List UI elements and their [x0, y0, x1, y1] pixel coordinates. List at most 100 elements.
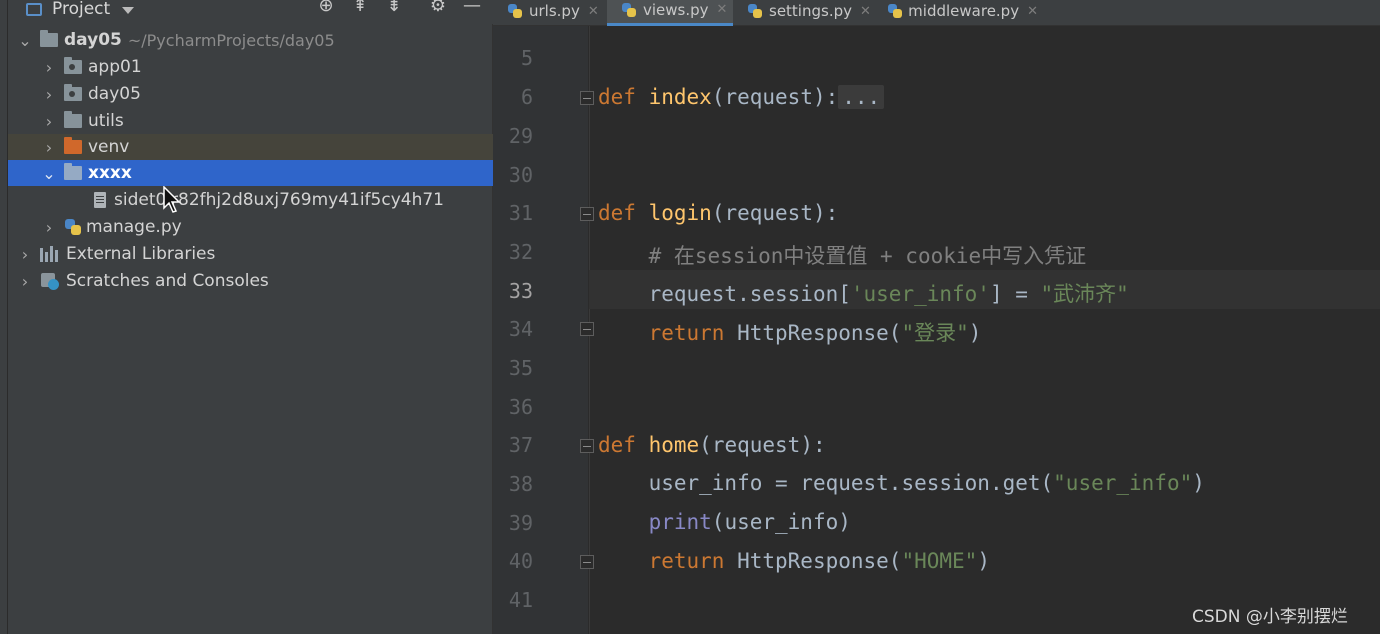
code-line-31[interactable]: def login(request):: [598, 201, 838, 225]
tree-item-root[interactable]: ⌄ day05 ~/PycharmProjects/day05: [8, 27, 493, 53]
tree-item-manage-py[interactable]: › manage.py: [8, 214, 493, 240]
tree-item-session-file[interactable]: sidet0lr82fhj2d8uxj769my41if5cy4h71: [8, 187, 493, 213]
collapse-all-icon[interactable]: ⇟: [383, 0, 405, 18]
chevron-right-icon[interactable]: ›: [16, 272, 34, 291]
code-text: user_info = request.session.get(: [648, 471, 1054, 495]
tree-item-external-libraries[interactable]: › External Libraries: [8, 241, 493, 267]
tab-label: urls.py: [529, 2, 580, 20]
chevron-right-icon[interactable]: ›: [40, 112, 58, 131]
tab-views-py[interactable]: views.py ✕: [607, 0, 733, 26]
close-icon[interactable]: ✕: [860, 4, 871, 19]
package-folder-icon: [64, 57, 82, 74]
tree-item-label: External Libraries: [66, 244, 216, 264]
chevron-right-icon[interactable]: ›: [16, 245, 34, 264]
chevron-down-icon[interactable]: [122, 6, 135, 14]
tab-settings-py[interactable]: settings.py ✕: [733, 0, 871, 26]
code-line-32[interactable]: # 在session中设置值 + cookie中写入凭证: [598, 240, 1087, 270]
chevron-right-icon[interactable]: ›: [40, 58, 58, 77]
line-number: 30: [508, 163, 533, 187]
code-editor[interactable]: urls.py ✕ views.py ✕ settings.py ✕ middl…: [493, 0, 1380, 634]
locate-icon[interactable]: ⊕: [315, 0, 337, 18]
tree-item-label: day05: [88, 84, 141, 104]
folder-icon: [64, 163, 82, 180]
tree-item-label: day05: [64, 30, 122, 50]
project-panel-title: Project: [52, 0, 111, 19]
line-number: 37: [508, 433, 533, 457]
tree-item-scratches[interactable]: › Scratches and Consoles: [8, 268, 493, 294]
project-panel: Project ⊕ ⇞ ⇟ ⚙ — ⌄ day05 ~/PycharmProje…: [8, 0, 493, 634]
hide-icon[interactable]: —: [461, 0, 483, 18]
project-view-selector[interactable]: Project: [26, 0, 135, 24]
code-line-39[interactable]: print(user_info): [598, 510, 851, 534]
line-number: 39: [508, 511, 533, 535]
folder-icon: [64, 111, 82, 128]
code-text: ): [1192, 471, 1205, 495]
code-string: "user_info": [1053, 471, 1193, 495]
tab-urls-py[interactable]: urls.py ✕: [493, 0, 605, 26]
chevron-right-icon[interactable]: ›: [40, 85, 58, 104]
code-function-name: index: [648, 85, 712, 109]
code-text: HttpResponse(: [724, 549, 902, 573]
file-icon: [94, 192, 106, 208]
tree-item-xxxx[interactable]: ⌄ xxxx: [8, 160, 493, 186]
code-line-6[interactable]: def index(request):...: [598, 85, 885, 109]
tool-window-strip: [0, 0, 8, 634]
code-line-38[interactable]: user_info = request.session.get("user_in…: [598, 471, 1205, 495]
code-line-34[interactable]: return HttpResponse("登录"): [598, 317, 982, 347]
tree-item-day05[interactable]: › day05: [8, 81, 493, 107]
tree-item-app01[interactable]: › app01: [8, 54, 493, 80]
code-line-37[interactable]: def home(request):: [598, 433, 826, 457]
excluded-folder-icon: [64, 137, 82, 154]
close-icon[interactable]: ✕: [717, 2, 728, 17]
close-icon[interactable]: ✕: [1027, 4, 1038, 19]
line-number: 6: [520, 85, 533, 109]
code-line-40[interactable]: return HttpResponse("HOME"): [598, 549, 990, 573]
chevron-right-icon[interactable]: ›: [40, 138, 58, 157]
folded-code-placeholder[interactable]: ...: [838, 85, 885, 109]
line-number: 38: [508, 472, 533, 496]
chevron-down-icon[interactable]: ⌄: [16, 31, 34, 50]
fold-collapse-icon[interactable]: [580, 207, 594, 221]
gear-icon[interactable]: ⚙: [427, 0, 449, 18]
line-number: 34: [508, 317, 533, 341]
code-builtin: print: [648, 510, 712, 534]
python-file-icon: [621, 2, 637, 18]
code-line-33[interactable]: request.session['user_info'] = "武沛齐": [598, 278, 1129, 308]
watermark: CSDN @小李别摆烂: [1192, 607, 1348, 627]
tree-item-utils[interactable]: › utils: [8, 108, 493, 134]
tab-label: settings.py: [769, 2, 852, 20]
code-text: ] =: [989, 282, 1041, 306]
chevron-down-icon[interactable]: ⌄: [40, 164, 58, 183]
tree-item-path: ~/PycharmProjects/day05: [127, 30, 335, 50]
fold-expand-icon[interactable]: [580, 91, 594, 105]
code-keyword: def: [598, 433, 636, 457]
tree-item-label: manage.py: [86, 217, 182, 237]
tree-item-label: app01: [88, 57, 142, 77]
python-file-icon: [747, 3, 763, 19]
fold-collapse-icon[interactable]: [580, 439, 594, 453]
code-text: request.session[: [648, 282, 851, 306]
line-number: 35: [508, 356, 533, 380]
code-string: 'user_info': [850, 282, 990, 306]
fold-collapse-icon[interactable]: [580, 555, 594, 569]
folder-icon: [40, 30, 58, 47]
code-function-name: login: [648, 201, 712, 225]
editor-tabs: urls.py ✕ views.py ✕ settings.py ✕ middl…: [493, 0, 1380, 26]
code-text: (user_info): [711, 510, 851, 534]
expand-all-icon[interactable]: ⇞: [349, 0, 371, 18]
line-number: 40: [508, 549, 533, 573]
chevron-right-icon[interactable]: ›: [40, 218, 58, 237]
tab-middleware-py[interactable]: middleware.py ✕: [873, 0, 1038, 26]
code-text: (request):: [711, 85, 839, 109]
line-number: 41: [508, 588, 533, 612]
libraries-icon: [40, 246, 60, 262]
tree-item-venv[interactable]: › venv: [8, 134, 493, 160]
line-number-gutter: 5 6 29 30 31 32 33 34 35 36 37 38 39 40 …: [493, 26, 588, 634]
code-text: (request):: [711, 201, 839, 225]
line-number-current: 33: [508, 279, 533, 303]
fold-collapse-icon[interactable]: [580, 322, 594, 336]
python-file-icon: [64, 218, 82, 236]
line-number: 5: [520, 46, 533, 70]
close-icon[interactable]: ✕: [588, 4, 599, 19]
project-panel-header: Project ⊕ ⇞ ⇟ ⚙ —: [8, 0, 493, 24]
